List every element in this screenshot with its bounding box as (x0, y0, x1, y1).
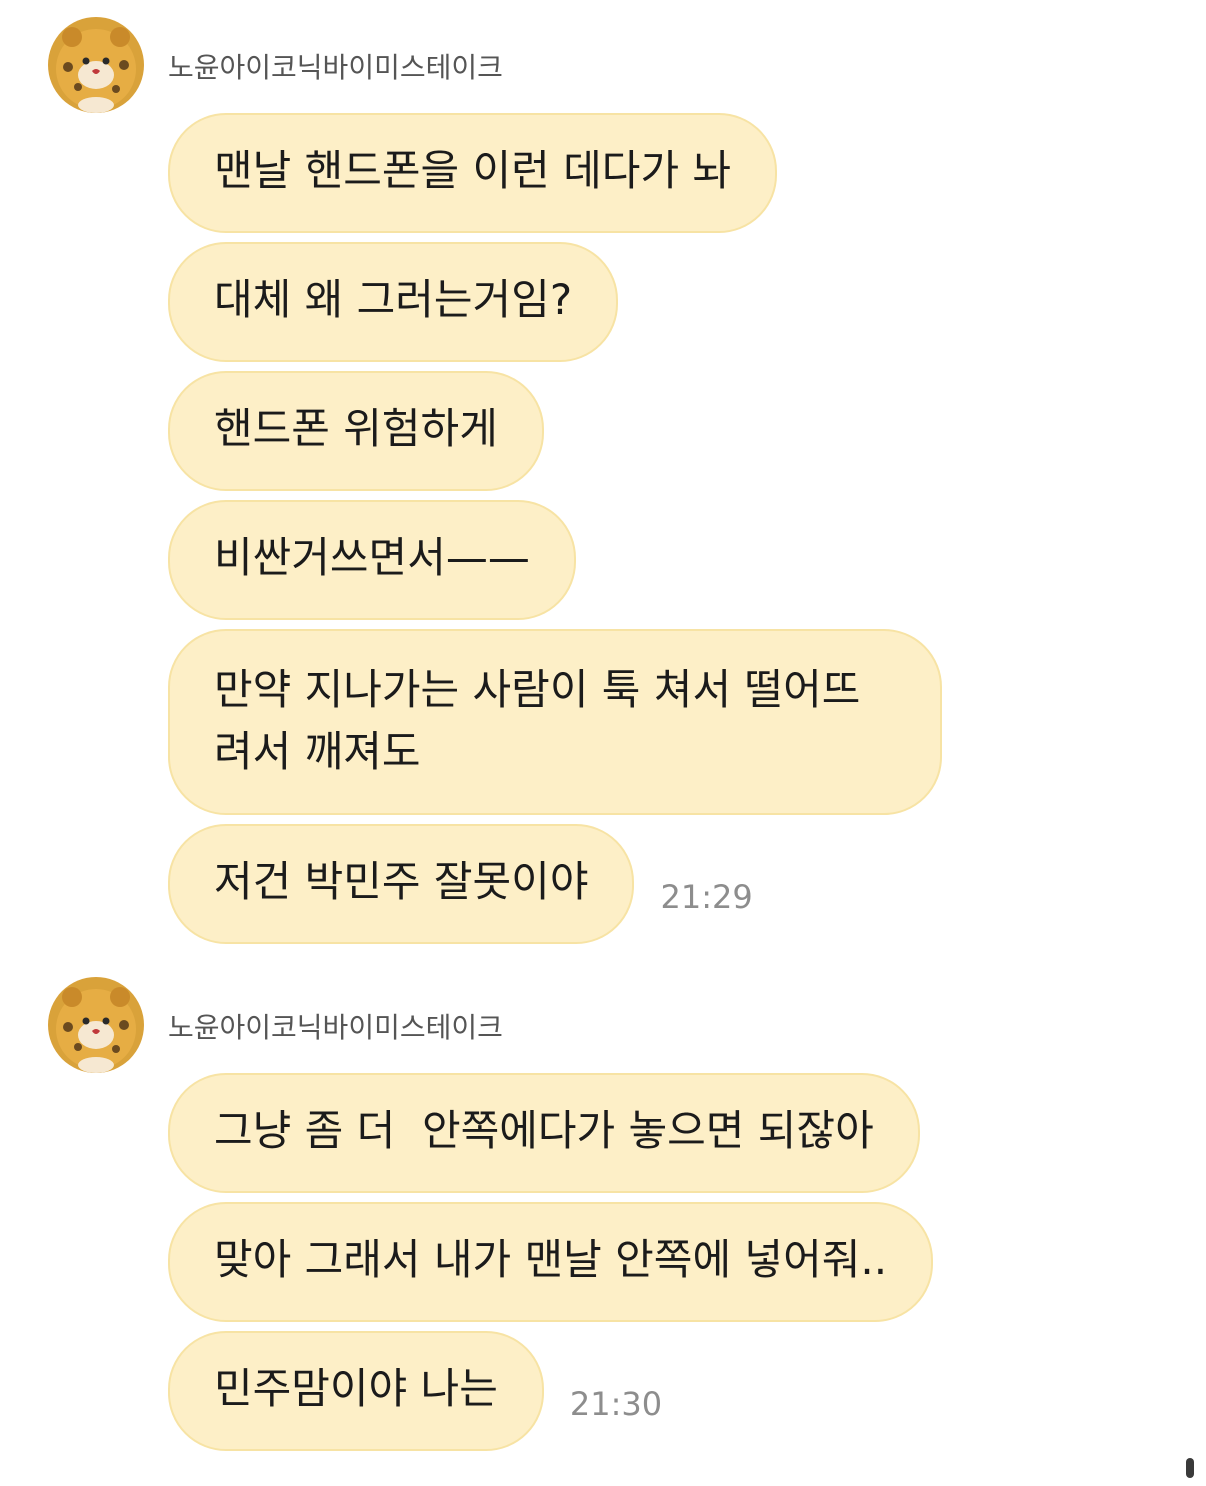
sender-name: 노윤아이코닉바이미스테이크 (168, 1011, 503, 1044)
message-row: 맨날 핸드폰을 이런 데다가 놔 (168, 113, 778, 233)
message-bubble[interactable]: 비싼거쓰면서—— (168, 500, 576, 620)
message-bubble[interactable]: 맞아 그래서 내가 맨날 안쪽에 넣어줘.. (168, 1202, 934, 1322)
message-bubble[interactable]: 맨날 핸드폰을 이런 데다가 놔 (168, 113, 778, 233)
message-bubble[interactable]: 민주맘이야 나는 (168, 1331, 544, 1451)
message-row: 맞아 그래서 내가 맨날 안쪽에 넣어줘.. (168, 1202, 934, 1322)
sender-name: 노윤아이코닉바이미스테이크 (168, 51, 503, 84)
message-bubble[interactable]: 그냥 좀 더 안쪽에다가 놓으면 되잖아 (168, 1073, 920, 1193)
message-bubble[interactable]: 만약 지나가는 사람이 툭 쳐서 떨어뜨려서 깨져도 (168, 629, 942, 815)
message-row: 민주맘이야 나는 21:30 (168, 1331, 662, 1451)
chat-room: 노윤아이코닉바이미스테이크 맨날 핸드폰을 이런 데다가 놔 대체 왜 그러는거… (0, 0, 1206, 1486)
message-bubble[interactable]: 저건 박민주 잘못이야 (168, 824, 635, 944)
tiger-plush-avatar-icon[interactable] (48, 977, 144, 1073)
message-row: 그냥 좀 더 안쪽에다가 놓으면 되잖아 (168, 1073, 920, 1193)
message-row: 저건 박민주 잘못이야 21:29 (168, 824, 753, 944)
message-bubble[interactable]: 대체 왜 그러는거임? (168, 242, 619, 362)
scrollbar-thumb[interactable] (1186, 1458, 1194, 1478)
message-timestamp: 21:29 (660, 878, 753, 916)
message-row: 비싼거쓰면서—— (168, 500, 576, 620)
message-row: 대체 왜 그러는거임? (168, 242, 619, 362)
message-row: 핸드폰 위험하게 (168, 371, 544, 491)
tiger-plush-avatar-icon[interactable] (48, 17, 144, 113)
message-timestamp: 21:30 (569, 1385, 663, 1423)
message-bubble[interactable]: 핸드폰 위험하게 (168, 371, 544, 491)
message-row: 만약 지나가는 사람이 툭 쳐서 떨어뜨려서 깨져도 (168, 629, 942, 815)
